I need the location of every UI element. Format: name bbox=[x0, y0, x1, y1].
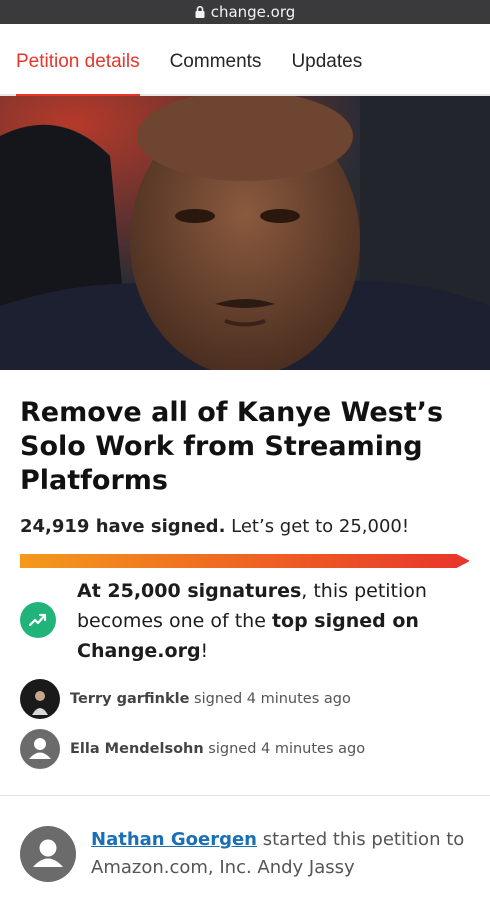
signature-goal: Let’s get to 25,000! bbox=[225, 516, 410, 537]
browser-url-bar[interactable]: change.org bbox=[0, 0, 490, 24]
default-avatar-icon bbox=[20, 826, 76, 882]
signer-name: Ella Mendelsohn bbox=[70, 741, 204, 757]
tab-updates[interactable]: Updates bbox=[291, 29, 362, 95]
milestone-message: At 25,000 signatures, this petition beco… bbox=[77, 580, 427, 662]
tab-comments[interactable]: Comments bbox=[170, 29, 262, 95]
signature-count-line: 24,919 have signed. Let’s get to 25,000! bbox=[20, 516, 409, 537]
default-avatar-icon bbox=[20, 729, 60, 769]
signature-progress-fill bbox=[20, 554, 469, 568]
url-text: change.org bbox=[210, 3, 296, 21]
petition-title: Remove all of Kanye West’s Solo Work fro… bbox=[20, 397, 444, 496]
signer-name: Terry garfinkle bbox=[70, 691, 190, 707]
petition-starter: Nathan Goergen started this petition to … bbox=[91, 829, 465, 878]
petition-hero-image bbox=[0, 96, 490, 370]
signature-progress-bar bbox=[20, 554, 470, 568]
tab-petition-details[interactable]: Petition details bbox=[16, 29, 140, 97]
divider bbox=[0, 795, 490, 796]
recent-signer: Ella Mendelsohn signed 4 minutes ago bbox=[20, 729, 470, 769]
avatar bbox=[20, 679, 60, 719]
starter-name-link[interactable]: Nathan Goergen bbox=[91, 829, 257, 850]
trending-up-icon bbox=[20, 602, 56, 638]
petition-tabs: Petition details Comments Updates bbox=[0, 29, 490, 97]
lock-icon bbox=[195, 6, 205, 18]
signature-count: 24,919 have signed. bbox=[20, 516, 226, 537]
recent-signer: Terry garfinkle signed 4 minutes ago bbox=[20, 679, 470, 719]
